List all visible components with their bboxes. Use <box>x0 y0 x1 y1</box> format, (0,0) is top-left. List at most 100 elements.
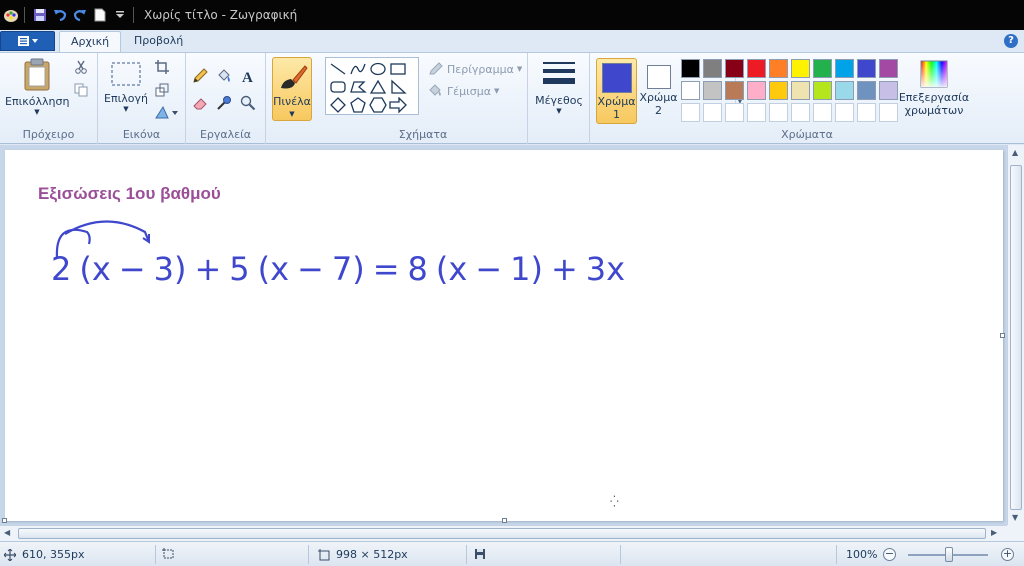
shapes-gallery[interactable]: ▲ ▼ ▼ <box>325 57 743 119</box>
color2-button[interactable]: Χρώμα 2 <box>638 58 679 124</box>
paste-button[interactable]: Επικόλληση ▼ <box>5 58 69 116</box>
custom-color-slot[interactable] <box>813 103 832 122</box>
palette-swatch[interactable] <box>879 81 898 100</box>
color1-number: 1 <box>613 108 620 121</box>
scroll-down-icon[interactable]: ▼ <box>1012 513 1018 522</box>
custom-color-slot[interactable] <box>747 103 766 122</box>
paint-menu-button[interactable] <box>0 31 55 51</box>
crop-icon[interactable] <box>153 58 171 76</box>
zoom-in-icon[interactable]: + <box>1001 548 1014 561</box>
color-picker-icon[interactable] <box>215 94 233 112</box>
custom-color-slot[interactable] <box>835 103 854 122</box>
palette-swatch[interactable] <box>681 81 700 100</box>
fill-bucket-icon[interactable] <box>215 67 233 85</box>
palette-swatch[interactable] <box>857 59 876 78</box>
custom-color-slot[interactable] <box>725 103 744 122</box>
help-icon[interactable]: ? <box>1004 34 1018 48</box>
copy-icon[interactable] <box>72 81 90 99</box>
paste-dropdown-icon[interactable]: ▼ <box>5 108 69 116</box>
palette-swatch[interactable] <box>747 59 766 78</box>
zoom-slider-thumb[interactable] <box>944 547 953 562</box>
select-dropdown-icon[interactable]: ▼ <box>104 105 148 113</box>
pentagon-shape-icon[interactable] <box>349 97 367 113</box>
palette-swatch[interactable] <box>813 59 832 78</box>
customize-toolbar-dropdown-icon[interactable] <box>111 6 129 24</box>
diamond-shape-icon[interactable] <box>329 97 347 113</box>
vertical-scroll-thumb[interactable] <box>1010 165 1022 510</box>
curve-shape-icon[interactable] <box>349 61 367 77</box>
select-button[interactable]: Επιλογή ▼ <box>104 61 148 113</box>
vertical-scrollbar[interactable]: ▲ ▼ <box>1007 145 1024 525</box>
text-tool-icon[interactable]: A <box>239 67 257 85</box>
custom-color-slot[interactable] <box>681 103 700 122</box>
triangle-shape-icon[interactable] <box>369 79 387 95</box>
color-spectrum-icon <box>920 60 948 88</box>
equation-token: (x <box>258 250 289 288</box>
scroll-right-icon[interactable]: ▶ <box>991 528 997 537</box>
hexagon-shape-icon[interactable] <box>369 97 387 113</box>
rounded-rectangle-shape-icon[interactable] <box>329 79 347 95</box>
polygon-shape-icon[interactable] <box>349 79 367 95</box>
scroll-up-icon[interactable]: ▲ <box>1012 148 1018 157</box>
equation-token: 1) <box>510 250 543 288</box>
paint-app-icon[interactable] <box>2 6 20 24</box>
rectangle-shape-icon[interactable] <box>389 61 407 77</box>
palette-swatch[interactable] <box>747 81 766 100</box>
palette-swatch[interactable] <box>835 59 854 78</box>
cut-icon[interactable] <box>72 58 90 76</box>
handwritten-equation: 2 (x −3) +5 (x −7) = 8 (x −1) +3x <box>51 220 625 288</box>
redo-icon[interactable] <box>71 6 89 24</box>
select-label: Επιλογή <box>104 92 149 105</box>
tab-view[interactable]: Προβολή <box>123 31 194 52</box>
outline-dropdown[interactable]: Περίγραμμα ▼ <box>428 62 522 76</box>
resize-handle-bottom-left[interactable] <box>2 518 7 523</box>
palette-swatch[interactable] <box>879 59 898 78</box>
tools-group-label: Εργαλεία <box>199 128 252 141</box>
custom-color-slot[interactable] <box>879 103 898 122</box>
eraser-icon[interactable] <box>191 94 209 112</box>
pencil-icon[interactable] <box>191 67 209 85</box>
custom-color-slot[interactable] <box>857 103 876 122</box>
line-shape-icon[interactable] <box>329 61 347 77</box>
fill-dropdown[interactable]: Γέμισμα ▼ <box>428 84 499 98</box>
edit-colors-button[interactable]: Επεξεργασία χρωμάτων <box>898 58 970 128</box>
palette-swatch[interactable] <box>791 59 810 78</box>
horizontal-scroll-thumb[interactable] <box>18 528 986 539</box>
palette-swatch[interactable] <box>725 81 744 100</box>
right-triangle-shape-icon[interactable] <box>389 79 407 95</box>
custom-color-slot[interactable] <box>791 103 810 122</box>
rotate-icon[interactable] <box>153 103 181 121</box>
palette-swatch[interactable] <box>703 81 722 100</box>
arrow-shape-icon[interactable] <box>389 97 407 113</box>
palette-swatch[interactable] <box>835 81 854 100</box>
resize-handle-right[interactable] <box>1000 333 1005 338</box>
horizontal-scrollbar[interactable]: ◀ ▶ <box>0 525 1007 541</box>
palette-swatch[interactable] <box>791 81 810 100</box>
magnifier-icon[interactable] <box>239 94 257 112</box>
palette-swatch[interactable] <box>769 59 788 78</box>
tab-home[interactable]: Αρχική <box>59 31 122 52</box>
custom-color-slot[interactable] <box>703 103 722 122</box>
scroll-left-icon[interactable]: ◀ <box>4 528 10 537</box>
zoom-out-icon[interactable]: − <box>883 548 896 561</box>
drawing-canvas[interactable]: Εξισώσεις 1ου βαθμού 2 (x −3) +5 (x −7) = 8 (x −1… <box>2 150 1005 523</box>
new-document-icon[interactable] <box>91 6 109 24</box>
size-button[interactable]: Μέγεθος ▼ <box>534 59 584 115</box>
undo-icon[interactable] <box>51 6 69 24</box>
color1-button[interactable]: Χρώμα 1 <box>596 58 637 124</box>
palette-swatch[interactable] <box>703 59 722 78</box>
palette-swatch[interactable] <box>681 59 700 78</box>
resize-icon[interactable] <box>153 81 171 99</box>
resize-handle-bottom[interactable] <box>502 518 507 523</box>
equation-token: + <box>194 250 221 288</box>
palette-swatch[interactable] <box>725 59 744 78</box>
color2-label: Χρώμα <box>639 91 678 104</box>
separator <box>155 545 156 564</box>
oval-shape-icon[interactable] <box>369 61 387 77</box>
palette-swatch[interactable] <box>769 81 788 100</box>
save-icon[interactable] <box>31 6 49 24</box>
custom-color-slot[interactable] <box>769 103 788 122</box>
palette-swatch[interactable] <box>857 81 876 100</box>
move-cursor-icon <box>4 548 16 561</box>
palette-swatch[interactable] <box>813 81 832 100</box>
